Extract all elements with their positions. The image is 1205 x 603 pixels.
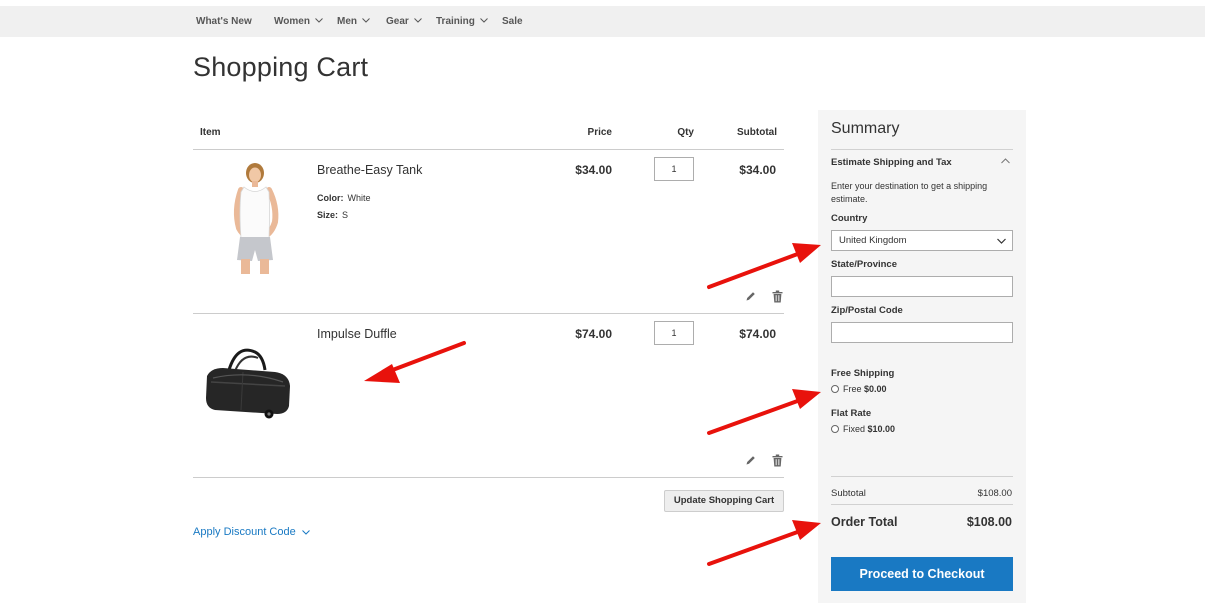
- column-header-subtotal: Subtotal: [737, 127, 777, 138]
- option-value: White: [347, 193, 371, 203]
- summary-divider: [831, 476, 1013, 477]
- table-divider: [193, 477, 784, 478]
- trash-icon[interactable]: [772, 290, 783, 303]
- nav-item-training[interactable]: Training: [436, 6, 488, 37]
- item-price: $34.00: [575, 163, 612, 177]
- column-header-qty: Qty: [677, 127, 694, 138]
- shipping-option-flat[interactable]: Fixed $10.00: [831, 424, 895, 434]
- shipping-title-flat: Flat Rate: [831, 408, 872, 419]
- chevron-down-icon: [413, 5, 422, 36]
- shipping-method: Free: [843, 384, 862, 394]
- nav-item-label: Women: [274, 16, 310, 28]
- chevron-up-icon[interactable]: [1001, 158, 1010, 164]
- cart-item-row: Breathe-Easy Tank Color: White Size: S $34…: [193, 150, 784, 313]
- chevron-down-icon: [362, 5, 370, 36]
- country-select-value: United Kingdom: [839, 235, 907, 246]
- nav-item-label: Gear: [386, 16, 409, 28]
- product-option-size: Size: S: [317, 210, 348, 220]
- radio-button[interactable]: [831, 385, 839, 393]
- nav-item-sale[interactable]: Sale: [502, 6, 523, 37]
- country-label: Country: [831, 213, 868, 224]
- chevron-down-icon: [997, 238, 1006, 244]
- top-nav: What's New Women Men Gear Training Sale: [0, 6, 1205, 37]
- column-header-item: Item: [200, 127, 221, 138]
- annotation-arrow: [707, 520, 821, 566]
- product-name[interactable]: Impulse Duffle: [317, 327, 397, 341]
- option-value: S: [342, 210, 349, 220]
- summary-divider: [831, 504, 1013, 505]
- nav-item-whats-new[interactable]: What's New: [196, 6, 252, 37]
- nav-item-label: Men: [337, 16, 357, 28]
- state-label: State/Province: [831, 259, 897, 270]
- proceed-to-checkout-button[interactable]: Proceed to Checkout: [831, 557, 1013, 591]
- qty-input[interactable]: 1: [654, 157, 694, 181]
- zip-label: Zip/Postal Code: [831, 305, 903, 316]
- summary-divider: [831, 149, 1013, 150]
- option-label: Color:: [317, 193, 344, 203]
- product-name[interactable]: Breathe-Easy Tank: [317, 163, 422, 177]
- estimate-note: Enter your destination to get a shipping…: [831, 181, 988, 204]
- subtotal-label: Subtotal: [831, 488, 866, 499]
- shipping-method: Fixed: [843, 424, 866, 434]
- edit-pencil-icon[interactable]: [745, 291, 756, 302]
- trash-icon[interactable]: [772, 454, 783, 467]
- item-subtotal: $74.00: [739, 327, 776, 341]
- product-option-color: Color: White: [317, 193, 371, 203]
- edit-pencil-icon[interactable]: [745, 455, 756, 466]
- shipping-price: $0.00: [864, 384, 887, 394]
- discount-label: Apply Discount Code: [193, 526, 296, 538]
- product-image-duffle[interactable]: [203, 342, 293, 422]
- estimate-shipping-toggle[interactable]: Estimate Shipping and Tax: [831, 157, 952, 168]
- shipping-title-free: Free Shipping: [831, 368, 895, 379]
- order-total-value: $108.00: [966, 515, 1012, 529]
- chevron-down-icon: [315, 5, 323, 36]
- zip-input[interactable]: [831, 322, 1013, 343]
- qty-input[interactable]: 1: [654, 321, 694, 345]
- country-select[interactable]: United Kingdom: [831, 230, 1013, 251]
- item-price: $74.00: [575, 327, 612, 341]
- shipping-price: $10.00: [867, 424, 896, 434]
- page-title: Shopping Cart: [193, 52, 369, 82]
- summary-title: Summary: [831, 120, 900, 137]
- nav-item-women[interactable]: Women: [274, 6, 323, 37]
- nav-item-label: Training: [436, 16, 475, 28]
- cart-item-row: Impulse Duffle $74.00 1 $74.00: [193, 314, 784, 477]
- item-subtotal: $34.00: [739, 163, 776, 177]
- nav-item-label: Sale: [502, 16, 523, 27]
- product-image-tank[interactable]: [217, 162, 293, 274]
- update-cart-button[interactable]: Update Shopping Cart: [664, 490, 784, 512]
- chevron-down-icon: [480, 5, 488, 36]
- order-summary: Summary Estimate Shipping and Tax Enter …: [818, 110, 1026, 603]
- option-label: Size:: [317, 210, 339, 220]
- state-input[interactable]: [831, 276, 1013, 297]
- nav-item-gear[interactable]: Gear: [386, 6, 422, 37]
- nav-item-men[interactable]: Men: [337, 6, 370, 37]
- apply-discount-toggle[interactable]: Apply Discount Code: [193, 526, 310, 538]
- column-header-price: Price: [587, 127, 612, 138]
- chevron-down-icon: [301, 526, 310, 538]
- order-total-label: Order Total: [831, 515, 898, 529]
- radio-button[interactable]: [831, 425, 839, 433]
- nav-item-label: What's New: [196, 16, 252, 27]
- shipping-option-free[interactable]: Free $0.00: [831, 384, 887, 394]
- subtotal-value: $108.00: [977, 488, 1012, 499]
